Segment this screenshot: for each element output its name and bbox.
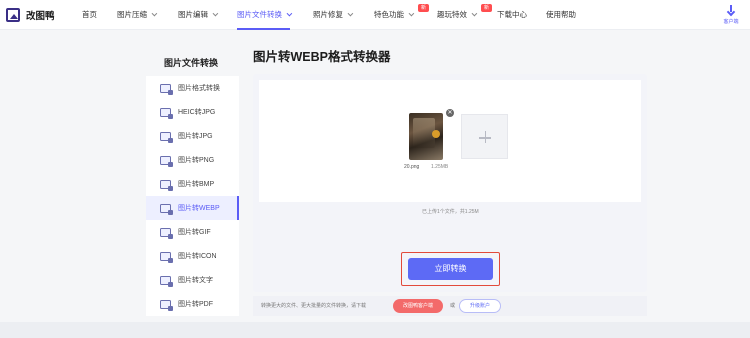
nav-item-download-center[interactable]: 下载中心 [497, 0, 527, 30]
upgrade-account-button[interactable]: 升级账户 [459, 299, 501, 313]
nav-item-photo-repair[interactable]: 照片修复 [313, 0, 354, 30]
image-icon [160, 107, 173, 119]
logo[interactable]: 改图鸭 [6, 8, 55, 22]
image-icon [160, 179, 173, 191]
top-navigation-bar: 改图鸭 首页 图片压缩 图片编辑 图片文件转换 照片修复 特色功能 新 趣玩特效… [0, 0, 750, 30]
nav-item-file-convert[interactable]: 图片文件转换 [237, 0, 293, 30]
upgrade-hint: 转换更大的文件、更大批量的文件转换，请下载 [261, 303, 367, 309]
nav-item-home[interactable]: 首页 [82, 0, 97, 30]
new-badge: 新 [418, 4, 430, 12]
file-size: 1.25MB [431, 164, 449, 170]
footer-strip [0, 322, 750, 338]
image-icon [160, 251, 173, 263]
sidebar-item-to-gif[interactable]: 图片转GIF [146, 220, 239, 244]
image-icon [160, 227, 173, 239]
image-icon [160, 155, 173, 167]
image-icon [160, 299, 173, 311]
chevron-down-icon [212, 10, 219, 17]
chevron-down-icon [408, 10, 415, 17]
sidebar-item-to-text[interactable]: 图片转文字 [146, 268, 239, 292]
sidebar-item-to-webp[interactable]: 图片转WEBP [146, 196, 239, 220]
nav-item-compress[interactable]: 图片压缩 [117, 0, 158, 30]
remove-file-button[interactable]: ✕ [446, 109, 454, 117]
new-badge: 新 [481, 4, 493, 12]
upload-dropzone[interactable] [259, 80, 641, 202]
preview-icon [432, 130, 440, 138]
sidebar-item-to-jpg[interactable]: 图片转JPG [146, 124, 239, 148]
sidebar-item-to-icon[interactable]: 图片转ICON [146, 244, 239, 268]
nav-item-features[interactable]: 特色功能 [374, 0, 415, 30]
sidebar-item-to-png[interactable]: 图片转PNG [146, 148, 239, 172]
chevron-down-icon [151, 10, 158, 17]
image-icon [160, 83, 173, 95]
chevron-down-icon [347, 10, 354, 17]
logo-icon [6, 8, 20, 22]
file-name: 20.png [404, 164, 420, 170]
convert-now-button[interactable]: 立即转换 [408, 258, 493, 280]
upload-summary: 已上传1个文件，共1.25M [422, 209, 479, 215]
nav-item-edit[interactable]: 图片编辑 [178, 0, 219, 30]
add-file-button[interactable] [461, 114, 508, 159]
client-download-button[interactable]: 客户端 [718, 5, 744, 25]
page-title: 图片转WEBP格式转换器 [253, 50, 391, 64]
image-icon [160, 131, 173, 143]
image-icon [160, 203, 173, 215]
sidebar-title: 图片文件转换 [164, 58, 219, 68]
client-label: 客户端 [723, 19, 739, 25]
chevron-down-icon [286, 10, 293, 17]
sidebar-item-to-bmp[interactable]: 图片转BMP [146, 172, 239, 196]
nav-item-help[interactable]: 使用帮助 [546, 0, 576, 30]
sidebar-item-format-convert[interactable]: 图片格式转换 [146, 76, 239, 100]
sidebar: 图片格式转换 HEIC转JPG 图片转JPG 图片转PNG 图片转BMP 图片转… [146, 76, 239, 316]
or-text: 或 [450, 303, 456, 309]
sidebar-item-heic-to-jpg[interactable]: HEIC转JPG [146, 100, 239, 124]
sidebar-item-to-pdf[interactable]: 图片转PDF [146, 292, 239, 316]
image-icon [160, 275, 173, 287]
logo-text: 改图鸭 [26, 11, 55, 22]
nav-item-fun-effects[interactable]: 趣玩特效 [437, 0, 478, 30]
chevron-down-icon [471, 10, 478, 17]
download-icon [726, 5, 736, 15]
download-client-button[interactable]: 改图鸭客户端 [393, 299, 443, 313]
